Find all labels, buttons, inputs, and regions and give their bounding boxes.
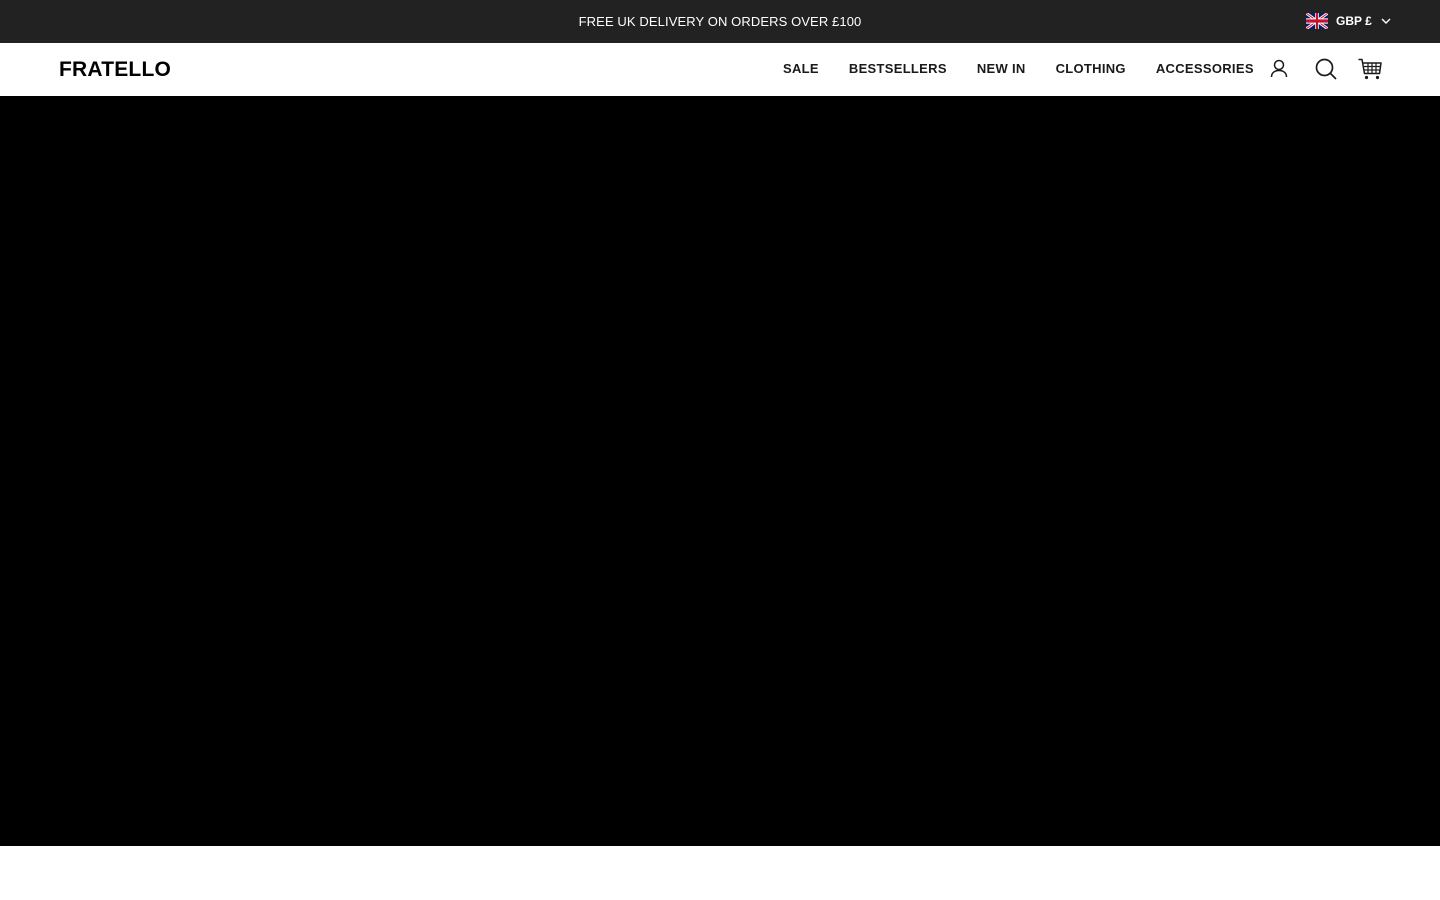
announcement-bar: FREE UK DELIVERY ON ORDERS OVER £100 GBP… [0, 0, 1440, 43]
account-icon[interactable] [1266, 56, 1292, 82]
nav-link-clothing[interactable]: CLOTHING [1056, 61, 1126, 76]
cart-icon[interactable] [1357, 56, 1383, 82]
uk-flag-icon [1306, 13, 1328, 29]
search-icon[interactable] [1313, 56, 1339, 82]
nav-link-bestsellers[interactable]: BESTSELLERS [849, 61, 947, 76]
currency-selector[interactable]: GBP £ [1306, 11, 1392, 31]
nav-link-accessories[interactable]: ACCESSORIES [1156, 61, 1254, 76]
chevron-down-icon [1381, 18, 1391, 24]
nav-link-sale[interactable]: SALE [783, 61, 819, 76]
nav-link-new-in[interactable]: NEW IN [977, 61, 1026, 76]
announcement-text: FREE UK DELIVERY ON ORDERS OVER £100 [578, 14, 862, 29]
site-logo[interactable]: FRATELLO [59, 58, 171, 82]
currency-label: GBP £ [1336, 14, 1372, 28]
site-header: FRATELLO SALE BESTSELLERS NEW IN CLOTHIN… [0, 43, 1440, 96]
hero-video[interactable] [0, 96, 1440, 846]
main-nav: SALE BESTSELLERS NEW IN CLOTHING ACCESSO… [783, 61, 1254, 76]
